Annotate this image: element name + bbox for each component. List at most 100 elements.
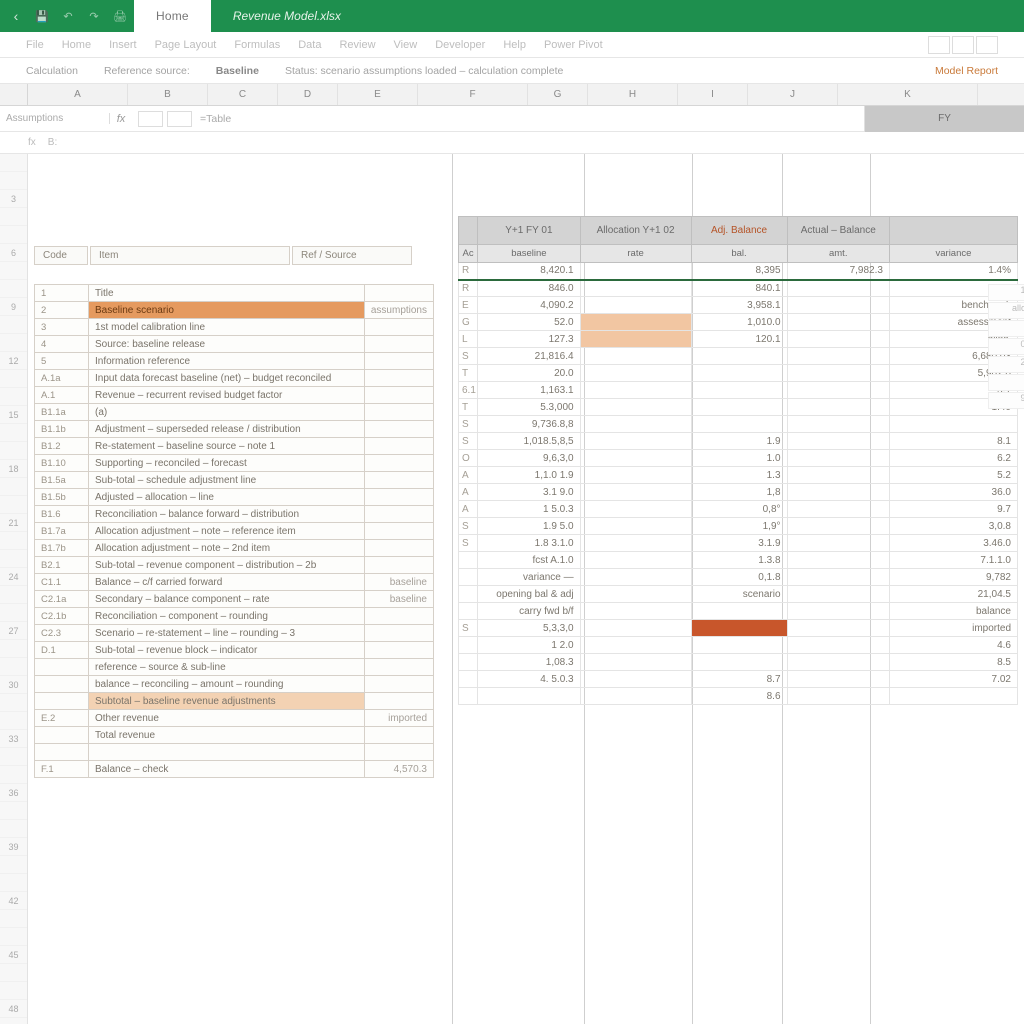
cell[interactable]: 4,090.2 xyxy=(478,297,580,314)
cell-src[interactable] xyxy=(364,659,433,676)
cell[interactable]: 1 5.0.3 xyxy=(478,501,580,518)
cell-src[interactable] xyxy=(364,336,433,353)
table-row[interactable]: A.1aInput data forecast baseline (net) –… xyxy=(35,370,434,387)
cell[interactable] xyxy=(691,348,787,365)
tab-file[interactable]: Home xyxy=(134,0,211,32)
col-header[interactable]: I xyxy=(678,84,748,105)
cell[interactable]: S xyxy=(459,416,478,433)
cell-desc[interactable]: Allocation adjustment – note – reference… xyxy=(89,523,365,540)
row-header[interactable] xyxy=(0,496,27,514)
cell[interactable] xyxy=(580,263,691,280)
col-header[interactable]: J xyxy=(748,84,838,105)
col-header[interactable]: F xyxy=(418,84,528,105)
maximize-button[interactable] xyxy=(952,36,974,54)
cell-code[interactable] xyxy=(35,727,89,744)
cell-desc[interactable]: Scenario – re-statement – line – roundin… xyxy=(89,625,365,642)
cell[interactable] xyxy=(787,586,889,603)
cell[interactable]: G xyxy=(459,314,478,331)
col-header[interactable]: G xyxy=(528,84,588,105)
cell[interactable]: fcst A.1.0 xyxy=(478,552,580,569)
cell[interactable] xyxy=(889,688,1017,705)
cell-desc[interactable]: (a) xyxy=(89,404,365,421)
cell[interactable] xyxy=(459,688,478,705)
table-row[interactable]: S5,3,3,0imported xyxy=(459,620,1018,637)
cell[interactable]: 20.0 xyxy=(478,365,580,382)
cell-code[interactable] xyxy=(35,693,89,710)
cell-desc[interactable]: Sub-total – revenue component – distribu… xyxy=(89,557,365,574)
row-header[interactable] xyxy=(0,280,27,298)
table-row[interactable]: B1.1a(a) xyxy=(35,404,434,421)
cell-src[interactable] xyxy=(364,285,433,302)
cell[interactable] xyxy=(459,637,478,654)
cell[interactable] xyxy=(580,331,691,348)
cell[interactable] xyxy=(787,331,889,348)
cell[interactable]: 1.9 5.0 xyxy=(478,518,580,535)
row-header[interactable] xyxy=(0,442,27,460)
table-row[interactable]: B1.5bAdjusted – allocation – line xyxy=(35,489,434,506)
cell[interactable]: 9,6,3,0 xyxy=(478,450,580,467)
row-header[interactable] xyxy=(0,172,27,190)
cell-desc[interactable]: Information reference xyxy=(89,353,365,370)
cell[interactable] xyxy=(580,297,691,314)
cell[interactable]: imported xyxy=(889,620,1017,637)
cell-code[interactable]: B1.5b xyxy=(35,489,89,506)
cell[interactable]: 5,3,3,0 xyxy=(478,620,580,637)
cell[interactable]: 120.1 xyxy=(691,331,787,348)
cell[interactable]: 21,816.4 xyxy=(478,348,580,365)
table-row[interactable]: B1.2Re-statement – baseline source – not… xyxy=(35,438,434,455)
cell[interactable] xyxy=(459,671,478,688)
sheet-canvas[interactable]: Code Item Ref / Source 1Title2Baseline s… xyxy=(28,154,1024,1024)
row-header[interactable] xyxy=(0,424,27,442)
cell[interactable] xyxy=(787,416,889,433)
cell-desc[interactable]: Source: baseline release xyxy=(89,336,365,353)
cell-code[interactable]: B1.7a xyxy=(35,523,89,540)
row-header[interactable]: 33 xyxy=(0,730,27,748)
cell-src[interactable] xyxy=(364,625,433,642)
tab-developer[interactable]: Developer xyxy=(435,39,485,51)
cell-desc[interactable]: Sub-total – schedule adjustment line xyxy=(89,472,365,489)
table-row[interactable]: B1.7bAllocation adjustment – note – 2nd … xyxy=(35,540,434,557)
table-row[interactable]: S9,736.8,8 xyxy=(459,416,1018,433)
cell-src[interactable] xyxy=(364,506,433,523)
row-header[interactable] xyxy=(0,388,27,406)
cell-code[interactable]: C1.1 xyxy=(35,574,89,591)
cell[interactable] xyxy=(580,484,691,501)
table-row[interactable]: B1.1bAdjustment – superseded release / d… xyxy=(35,421,434,438)
cell[interactable]: 1,1.0 1.9 xyxy=(478,467,580,484)
table-row[interactable]: 1,08.38.5 xyxy=(459,654,1018,671)
cell[interactable]: S xyxy=(459,518,478,535)
cell[interactable] xyxy=(580,314,691,331)
cell-code[interactable]: B1.7b xyxy=(35,540,89,557)
cell[interactable] xyxy=(580,586,691,603)
cell[interactable]: balance xyxy=(889,603,1017,620)
cell-code[interactable] xyxy=(35,676,89,693)
cell[interactable]: 0,1.8 xyxy=(691,569,787,586)
tab-file2[interactable]: File xyxy=(26,39,44,51)
cell[interactable]: 8,420.1 xyxy=(478,263,580,280)
table-row[interactable]: 6.11,163.15.1 xyxy=(459,382,1018,399)
cell-src[interactable] xyxy=(364,404,433,421)
cell-code[interactable]: B1.2 xyxy=(35,438,89,455)
table-row[interactable]: A1,1.0 1.91.35.2 xyxy=(459,467,1018,484)
formula-input[interactable]: =Table xyxy=(192,113,864,125)
cell[interactable] xyxy=(580,399,691,416)
table-row[interactable]: 5Information reference xyxy=(35,353,434,370)
row-header[interactable]: 12 xyxy=(0,352,27,370)
table-row[interactable]: E4,090.23,958.1benchmark xyxy=(459,297,1018,314)
cell[interactable] xyxy=(459,569,478,586)
cell[interactable] xyxy=(459,603,478,620)
cell-desc[interactable]: Supporting – reconciled – forecast xyxy=(89,455,365,472)
cell-code[interactable]: B1.6 xyxy=(35,506,89,523)
cell[interactable]: E xyxy=(459,297,478,314)
cell[interactable]: 3.1 9.0 xyxy=(478,484,580,501)
row-header[interactable] xyxy=(0,532,27,550)
cell[interactable] xyxy=(580,552,691,569)
table-row[interactable]: B1.6Reconciliation – balance forward – d… xyxy=(35,506,434,523)
cell[interactable] xyxy=(580,603,691,620)
cell[interactable] xyxy=(580,501,691,518)
cell[interactable] xyxy=(580,467,691,484)
cell[interactable]: T xyxy=(459,399,478,416)
cell[interactable] xyxy=(988,374,1024,391)
table-row[interactable]: S1,018.5,8,51.98.1 xyxy=(459,433,1018,450)
cell[interactable] xyxy=(787,365,889,382)
